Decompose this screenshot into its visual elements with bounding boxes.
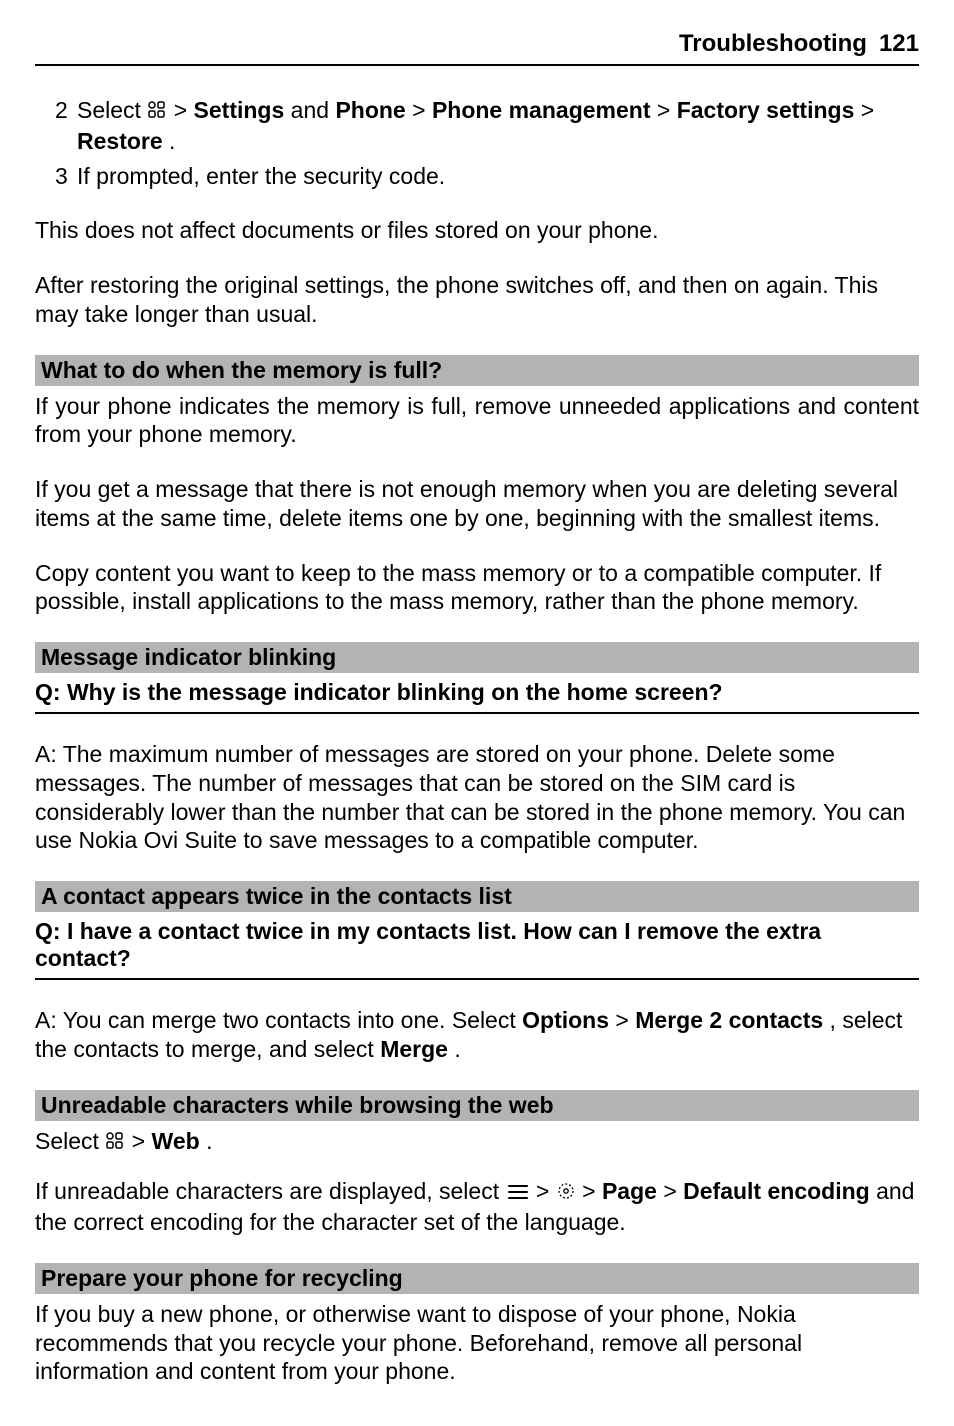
- text: .: [454, 1036, 460, 1062]
- paragraph: This does not affect documents or files …: [35, 216, 919, 245]
- paragraph: If your phone indicates the memory is fu…: [35, 392, 919, 450]
- header-section: Troubleshooting: [679, 30, 867, 57]
- bold-text: Phone: [335, 97, 405, 123]
- section-title: Message indicator blinking: [35, 642, 919, 673]
- bold-text: Page: [602, 1178, 657, 1204]
- bold-text: Merge 2 contacts: [635, 1007, 823, 1033]
- settings-gear-icon: [556, 1179, 576, 1208]
- text: .: [206, 1128, 212, 1154]
- step-row: 3 If prompted, enter the security code.: [35, 162, 919, 191]
- text: If unreadable characters are displayed, …: [35, 1178, 506, 1204]
- section-title: Prepare your phone for recycling: [35, 1263, 919, 1294]
- text: >: [657, 97, 677, 123]
- question-heading: Q: Why is the message indicator blinking…: [35, 679, 919, 714]
- text: Select: [77, 97, 147, 123]
- text: >: [132, 1128, 152, 1154]
- bold-text: Merge: [380, 1036, 448, 1062]
- header-page-number: 121: [879, 30, 919, 57]
- bold-text: Factory settings: [677, 97, 855, 123]
- paragraph: Select > Web .: [35, 1127, 919, 1158]
- text: Select: [35, 1128, 105, 1154]
- bold-text: Web: [152, 1128, 200, 1154]
- text: A: You can merge two contacts into one. …: [35, 1007, 522, 1033]
- running-header: Troubleshooting 121: [35, 30, 919, 66]
- text: >: [412, 97, 432, 123]
- text: >: [861, 97, 874, 123]
- paragraph: If you get a message that there is not e…: [35, 475, 919, 533]
- text: >: [663, 1178, 683, 1204]
- section-title: Unreadable characters while browsing the…: [35, 1090, 919, 1121]
- paragraph: A: The maximum number of messages are st…: [35, 740, 919, 855]
- bold-text: Phone management: [432, 97, 651, 123]
- apps-grid-icon: [105, 1129, 125, 1158]
- step-row: 2 Select > Settings and Phone > Ph: [35, 96, 919, 156]
- text: >: [536, 1178, 556, 1204]
- step-body: Select > Settings and Phone > Phone mana…: [77, 96, 919, 156]
- menu-lines-icon: [506, 1179, 530, 1208]
- bold-text: Settings: [194, 97, 285, 123]
- text: .: [169, 128, 175, 154]
- bold-text: Default encoding: [683, 1178, 870, 1204]
- step-number: 2: [35, 96, 77, 156]
- paragraph: If unreadable characters are displayed, …: [35, 1177, 919, 1237]
- bold-text: Options: [522, 1007, 609, 1033]
- text: >: [174, 97, 194, 123]
- text: >: [582, 1178, 602, 1204]
- text: >: [615, 1007, 635, 1033]
- step-list: 2 Select > Settings and Phone > Ph: [35, 96, 919, 190]
- page-container: Troubleshooting121 2 Select > Settings a: [0, 0, 954, 1426]
- step-body: If prompted, enter the security code.: [77, 162, 919, 191]
- apps-grid-icon: [147, 98, 167, 127]
- bold-text: Restore: [77, 128, 163, 154]
- paragraph: A: You can merge two contacts into one. …: [35, 1006, 919, 1064]
- paragraph: After restoring the original settings, t…: [35, 271, 919, 329]
- paragraph: Copy content you want to keep to the mas…: [35, 559, 919, 617]
- text: and: [291, 97, 336, 123]
- step-number: 3: [35, 162, 77, 191]
- section-title: What to do when the memory is full?: [35, 355, 919, 386]
- section-title: A contact appears twice in the contacts …: [35, 881, 919, 912]
- question-heading: Q: I have a contact twice in my contacts…: [35, 918, 919, 980]
- paragraph: If you buy a new phone, or otherwise wan…: [35, 1300, 919, 1386]
